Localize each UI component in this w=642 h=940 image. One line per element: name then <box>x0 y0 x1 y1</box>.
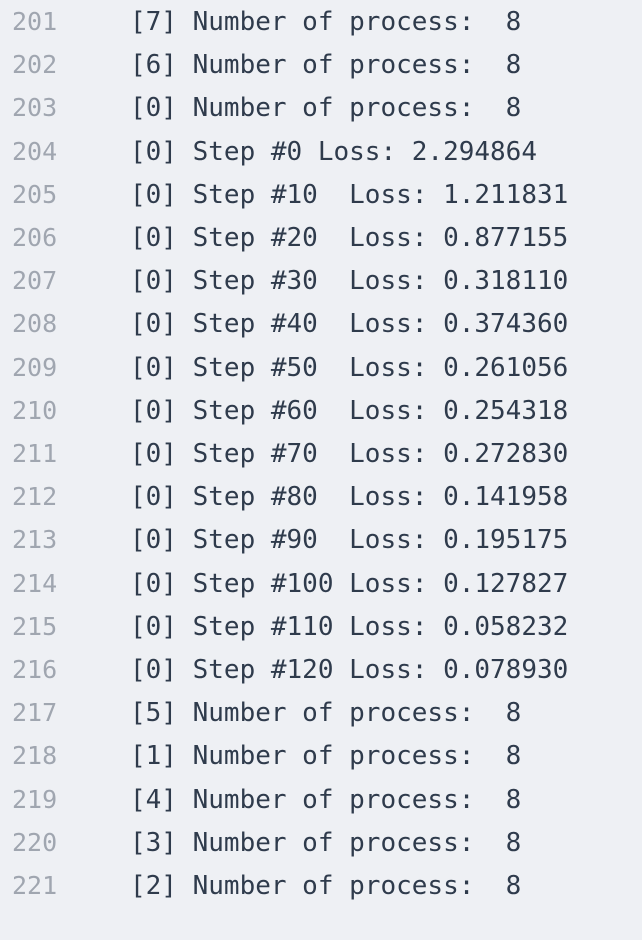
line-number: 207 <box>12 266 58 296</box>
line-text: [6] Number of process: 8 <box>130 50 522 81</box>
code-line: 201 [7] Number of process: 8 <box>0 0 642 43</box>
code-line: 204 [0] Step #0 Loss: 2.294864 <box>0 130 642 173</box>
line-number: 220 <box>12 827 58 857</box>
code-line: 202 [6] Number of process: 8 <box>0 43 642 86</box>
code-output-view: 201 [7] Number of process: 8 202 [6] Num… <box>0 0 642 906</box>
code-line: 220 [3] Number of process: 8 <box>0 821 642 864</box>
line-text: [0] Step #70 Loss: 0.272830 <box>130 439 569 469</box>
line-text: [5] Number of process: 8 <box>130 698 522 729</box>
line-text: [7] Number of process: 8 <box>130 7 522 37</box>
line-number: 212 <box>12 482 58 512</box>
line-number: 204 <box>12 136 58 166</box>
code-line: 216 [0] Step #120 Loss: 0.078930 <box>0 648 642 691</box>
line-number: 213 <box>12 525 58 555</box>
line-text: [4] Number of process: 8 <box>130 784 522 815</box>
line-number: 211 <box>12 439 58 468</box>
line-number: 201 <box>12 7 58 36</box>
code-line: 207 [0] Step #30 Loss: 0.318110 <box>0 259 642 302</box>
code-line: 217 [5] Number of process: 8 <box>0 691 642 734</box>
code-line: 218 [1] Number of process: 8 <box>0 734 642 777</box>
line-text: [1] Number of process: 8 <box>130 741 522 772</box>
line-text: [0] Step #60 Loss: 0.254318 <box>130 395 569 426</box>
line-text: [0] Step #100 Loss: 0.127827 <box>130 568 569 599</box>
code-line: 214 [0] Step #100 Loss: 0.127827 <box>0 562 642 605</box>
line-number: 202 <box>12 50 58 80</box>
line-text: [0] Step #0 Loss: 2.294864 <box>130 136 537 167</box>
line-text: [3] Number of process: 8 <box>130 827 522 858</box>
code-line: 208 [0] Step #40 Loss: 0.374360 <box>0 302 642 345</box>
line-number: 216 <box>12 655 58 684</box>
line-text: [0] Step #80 Loss: 0.141958 <box>130 482 569 513</box>
line-number: 209 <box>12 352 58 382</box>
code-line: 203 [0] Number of process: 8 <box>0 86 642 129</box>
line-text: [2] Number of process: 8 <box>130 871 522 901</box>
line-number: 217 <box>12 698 58 728</box>
line-number: 205 <box>12 179 58 209</box>
code-line: 212 [0] Step #80 Loss: 0.141958 <box>0 475 642 518</box>
code-line: 205 [0] Step #10 Loss: 1.211831 <box>0 173 642 216</box>
line-number: 219 <box>12 784 58 814</box>
line-text: [0] Step #20 Loss: 0.877155 <box>130 223 569 253</box>
code-line: 211 [0] Step #70 Loss: 0.272830 <box>0 432 642 475</box>
code-line: 206 [0] Step #20 Loss: 0.877155 <box>0 216 642 259</box>
line-number: 215 <box>12 611 58 641</box>
code-line: 219 [4] Number of process: 8 <box>0 778 642 821</box>
line-text: [0] Step #50 Loss: 0.261056 <box>130 352 569 383</box>
code-line: 210 [0] Step #60 Loss: 0.254318 <box>0 389 642 432</box>
line-text: [0] Step #120 Loss: 0.078930 <box>130 655 569 685</box>
code-line: 213 [0] Step #90 Loss: 0.195175 <box>0 518 642 561</box>
line-number: 206 <box>12 223 58 252</box>
line-text: [0] Step #40 Loss: 0.374360 <box>130 309 569 340</box>
line-text: [0] Step #90 Loss: 0.195175 <box>130 525 569 556</box>
line-text: [0] Step #110 Loss: 0.058232 <box>130 611 569 642</box>
line-number: 218 <box>12 741 58 771</box>
code-line: 215 [0] Step #110 Loss: 0.058232 <box>0 605 642 648</box>
line-text: [0] Step #30 Loss: 0.318110 <box>130 266 569 297</box>
line-number: 221 <box>12 871 58 900</box>
code-line: 209 [0] Step #50 Loss: 0.261056 <box>0 346 642 389</box>
code-line: 221 [2] Number of process: 8 <box>0 864 642 907</box>
line-number: 208 <box>12 309 58 339</box>
line-number: 214 <box>12 568 58 598</box>
line-number: 210 <box>12 395 58 425</box>
line-number: 203 <box>12 93 58 123</box>
line-text: [0] Step #10 Loss: 1.211831 <box>130 179 569 210</box>
line-text: [0] Number of process: 8 <box>130 93 522 124</box>
